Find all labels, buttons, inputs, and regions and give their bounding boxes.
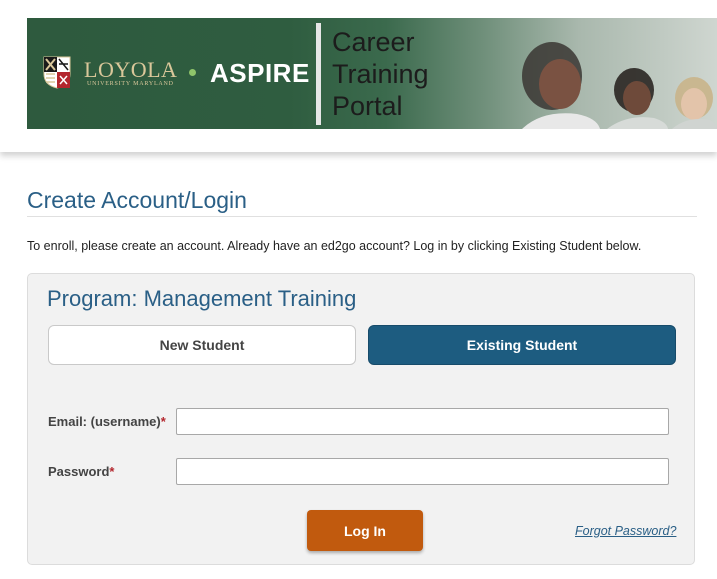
required-marker: *: [160, 414, 166, 429]
page-title: Create Account/Login: [27, 187, 247, 213]
portal-title: Career Training Portal: [332, 26, 429, 122]
email-field[interactable]: [176, 408, 669, 435]
tab-existing-student[interactable]: Existing Student: [368, 325, 676, 365]
email-label-text: Email: (username): [48, 414, 161, 429]
portal-title-line: Training: [332, 59, 429, 89]
title-divider: [27, 216, 697, 217]
university-subtitle: UNIVERSITY MARYLAND: [87, 81, 174, 87]
tab-new-student[interactable]: New Student: [48, 325, 356, 365]
password-label: Password*: [48, 464, 114, 479]
password-label-text: Password: [48, 464, 110, 479]
email-label: Email: (username)*: [48, 414, 166, 429]
portal-title-line: Portal: [332, 91, 403, 121]
banner-divider: [316, 23, 321, 125]
intro-text: To enroll, please create an account. Alr…: [27, 239, 642, 253]
portal-title-line: Career: [332, 27, 415, 57]
students-photo: [522, 42, 717, 129]
university-wordmark: LOYOLA: [84, 57, 178, 82]
forgot-password-link[interactable]: Forgot Password?: [575, 524, 676, 538]
university-shield-icon: [43, 56, 71, 89]
login-button[interactable]: Log In: [307, 510, 423, 551]
program-title: Program: Management Training: [47, 286, 357, 311]
password-field[interactable]: [176, 458, 669, 485]
required-marker: *: [109, 464, 115, 479]
program-brand: ASPIRE: [210, 58, 310, 88]
separator-dot-icon: [189, 69, 196, 76]
login-card: Program: Management Training New Student…: [27, 273, 695, 565]
portal-banner: LOYOLA UNIVERSITY MARYLAND ASPIRE Career…: [27, 18, 717, 129]
header-band: LOYOLA UNIVERSITY MARYLAND ASPIRE Career…: [0, 0, 717, 152]
